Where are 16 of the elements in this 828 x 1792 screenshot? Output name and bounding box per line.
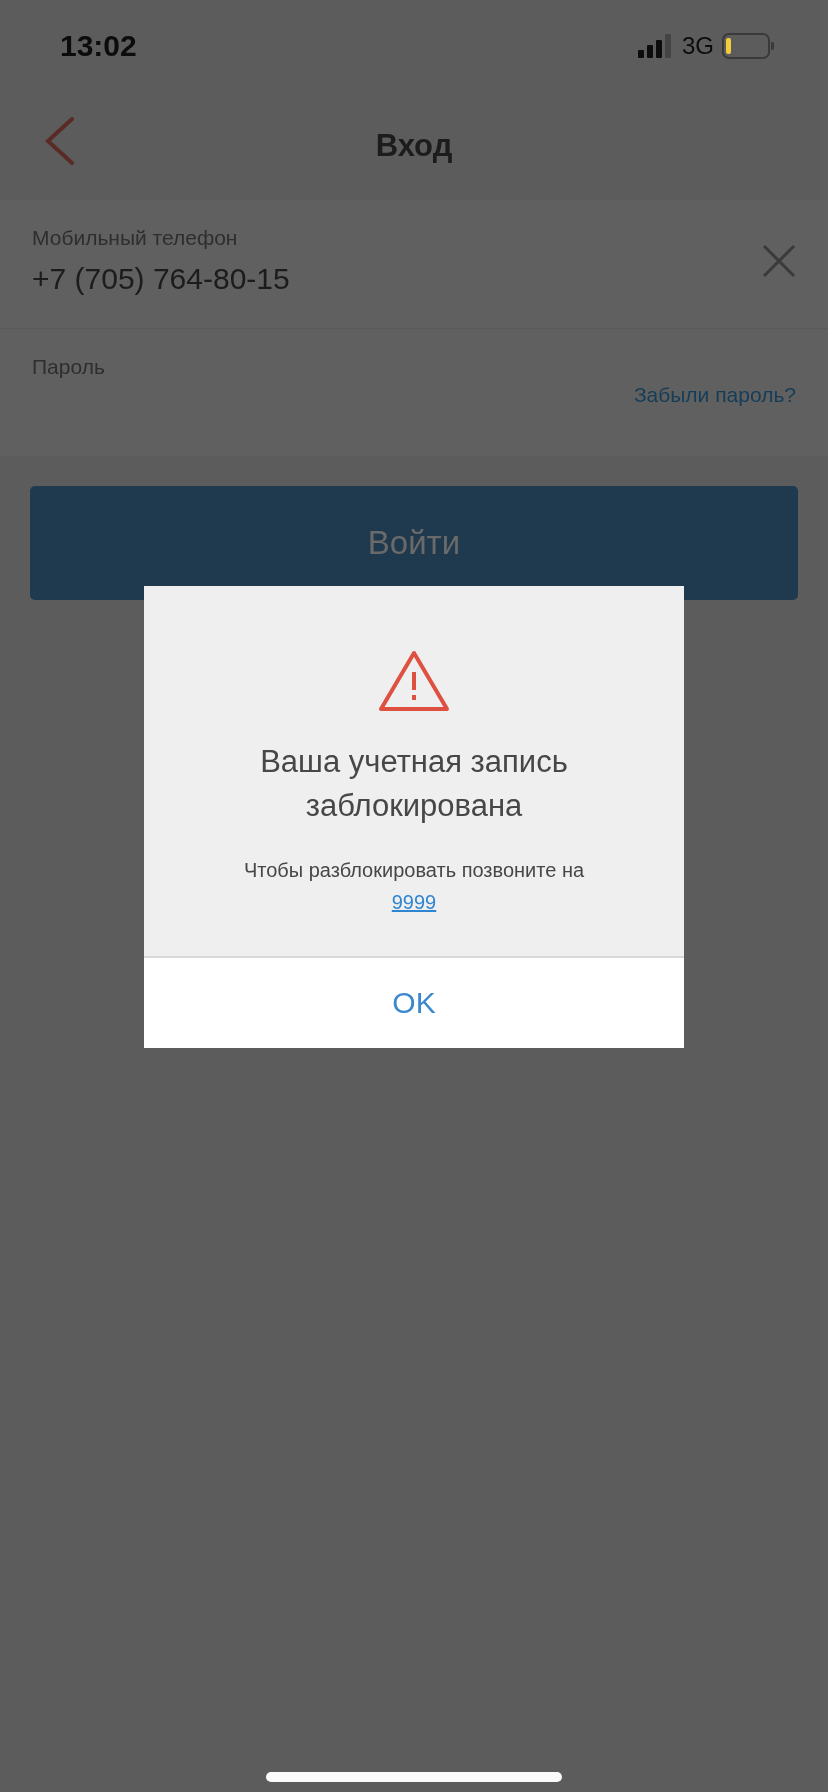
signal-icon bbox=[638, 34, 674, 58]
status-time: 13:02 bbox=[60, 29, 137, 63]
dialog-title: Ваша учетная запись заблокирована bbox=[259, 743, 569, 825]
ok-button[interactable]: OK bbox=[144, 956, 684, 1048]
home-indicator[interactable] bbox=[266, 1772, 562, 1782]
screen-title: Вход bbox=[375, 128, 453, 164]
network-type: 3G bbox=[682, 32, 714, 60]
back-icon[interactable] bbox=[44, 116, 76, 166]
phone-value[interactable]: +7 (705) 764-80-15 bbox=[32, 262, 290, 296]
dialog-message: Чтобы разблокировать позвоните на 9999 bbox=[242, 858, 586, 915]
warning-icon bbox=[378, 650, 450, 712]
battery-icon bbox=[722, 33, 774, 59]
login-button[interactable]: Войти bbox=[30, 486, 798, 600]
forgot-password-link[interactable]: Забыли пароль? bbox=[633, 383, 796, 407]
close-icon[interactable] bbox=[762, 244, 796, 278]
phone-link[interactable]: 9999 bbox=[391, 891, 437, 913]
